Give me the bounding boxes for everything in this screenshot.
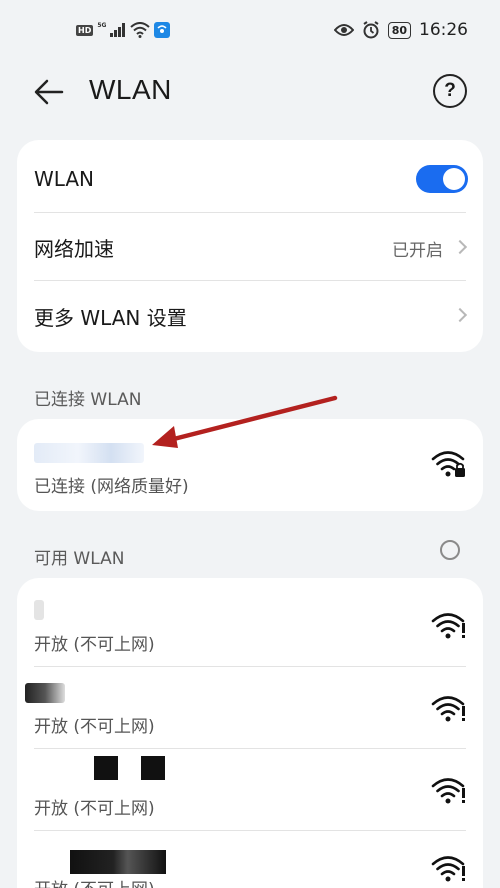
network-status: 开放 (不可上网) <box>34 875 155 888</box>
available-network-item[interactable]: 开放 (不可上网) <box>17 666 483 748</box>
wifi-open-icon <box>431 696 465 722</box>
help-circle-icon[interactable]: ? <box>433 74 467 108</box>
network-acceleration-row[interactable]: 网络加速 已开启 <box>17 212 483 280</box>
scanning-spinner-icon <box>440 540 460 560</box>
battery-icon: 80 <box>387 21 411 39</box>
available-networks-card: 开放 (不可上网) 开放 (不可上网) 开放 (不可上网) <box>17 578 483 888</box>
signal-bars-icon <box>110 23 126 37</box>
wifi-locked-icon <box>431 451 465 477</box>
chevron-right-icon <box>452 239 468 255</box>
wlan-toggle-row[interactable]: WLAN <box>17 140 483 212</box>
wlan-switch[interactable] <box>416 165 468 193</box>
wifi-open-icon <box>431 613 465 639</box>
wifi-open-icon <box>431 856 465 882</box>
connected-network-card[interactable]: 已连接 (网络质量好) <box>17 419 483 511</box>
network-acceleration-label: 网络加速 <box>34 237 114 261</box>
ssid-redacted <box>94 756 118 780</box>
status-left-icons: HD 5G <box>76 21 171 38</box>
network-status: 开放 (不可上网) <box>34 635 155 655</box>
alarm-icon <box>363 21 379 39</box>
wifi-open-icon <box>431 778 465 804</box>
network-status: 开放 (不可上网) <box>34 799 155 819</box>
more-wlan-settings-label: 更多 WLAN 设置 <box>34 306 187 330</box>
ssid-redacted <box>70 850 166 874</box>
app-bar: WLAN ? <box>0 62 500 122</box>
available-network-item[interactable]: 开放 (不可上网) <box>17 748 483 830</box>
ssid-redacted <box>141 756 165 780</box>
clock: 16:26 <box>419 20 468 40</box>
hotspot-icon <box>154 22 171 38</box>
available-network-item[interactable]: 开放 (不可上网) <box>17 830 483 888</box>
status-bar: HD 5G 80 16:26 <box>0 0 500 62</box>
switch-knob <box>443 168 465 190</box>
connected-network-status: 已连接 (网络质量好) <box>34 477 189 497</box>
available-section-label: 可用 WLAN <box>34 549 125 569</box>
hd-badge: HD <box>76 24 94 36</box>
wlan-toggle-label: WLAN <box>34 167 95 191</box>
available-network-item[interactable]: 开放 (不可上网) <box>17 578 483 666</box>
more-wlan-settings-row[interactable]: 更多 WLAN 设置 <box>17 280 483 352</box>
status-right-icons: 80 16:26 <box>333 20 468 40</box>
connected-section-label: 已连接 WLAN <box>34 390 142 410</box>
chevron-right-icon <box>452 307 468 323</box>
connected-ssid-redacted <box>34 443 144 463</box>
back-arrow-icon[interactable] <box>32 75 66 109</box>
network-acceleration-value: 已开启 <box>392 241 443 261</box>
page-title: WLAN <box>89 74 172 105</box>
eye-icon <box>333 24 354 36</box>
ssid-redacted <box>34 600 44 620</box>
settings-card: WLAN 网络加速 已开启 更多 WLAN 设置 <box>17 140 483 352</box>
ssid-redacted <box>25 683 65 703</box>
wifi-status-icon <box>130 22 151 38</box>
network-status: 开放 (不可上网) <box>34 717 155 737</box>
network-type-label: 5G <box>97 21 107 29</box>
